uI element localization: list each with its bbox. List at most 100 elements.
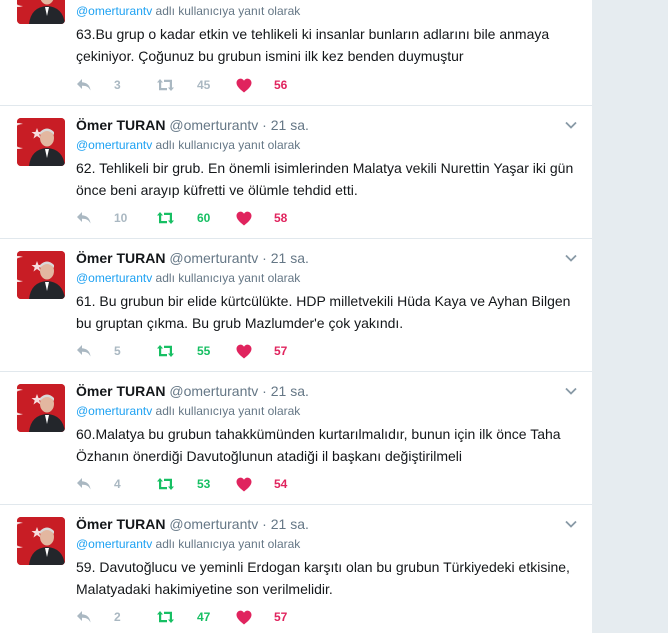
tweet-text: 63.Bu grup o kadar etkin ve tehlikeli ki… bbox=[76, 26, 550, 64]
tweet-text: 60.Malatya bu grubun tahakkümünden kurta… bbox=[76, 426, 561, 464]
like-count: 58 bbox=[274, 211, 288, 225]
reply-button[interactable]: 4 bbox=[76, 475, 121, 493]
like-button[interactable]: 54 bbox=[236, 475, 287, 493]
retweet-icon bbox=[156, 610, 187, 624]
reply-button[interactable]: 2 bbox=[76, 608, 121, 626]
display-name[interactable]: Ömer TURAN bbox=[76, 516, 165, 532]
heart-icon bbox=[236, 211, 264, 226]
like-count: 57 bbox=[274, 610, 288, 624]
reply-context: @omerturantv adlı kullanıcıya yanıt olar… bbox=[76, 537, 300, 552]
tweet[interactable]: Ömer TURAN @omerturantv · 21 sa. @omertu… bbox=[0, 239, 592, 372]
timestamp[interactable]: 21 sa. bbox=[271, 250, 309, 266]
timestamp[interactable]: 21 sa. bbox=[271, 383, 309, 399]
chevron-down-icon[interactable] bbox=[564, 251, 578, 265]
reply-icon bbox=[76, 610, 104, 624]
reply-context-text: adlı kullanıcıya yanıt olarak bbox=[152, 4, 301, 18]
retweet-count: 47 bbox=[197, 610, 211, 624]
retweet-button[interactable]: 45 bbox=[156, 76, 210, 94]
username[interactable]: @omerturantv bbox=[169, 516, 258, 532]
reply-icon bbox=[76, 78, 104, 92]
reply-icon bbox=[76, 477, 104, 491]
separator: · bbox=[262, 383, 267, 399]
reply-count: 2 bbox=[114, 610, 121, 624]
like-button[interactable]: 56 bbox=[236, 76, 287, 94]
reply-count: 3 bbox=[114, 78, 121, 92]
retweet-button[interactable]: 55 bbox=[156, 342, 210, 360]
reply-button[interactable]: 10 bbox=[76, 209, 127, 227]
chevron-down-icon[interactable] bbox=[564, 384, 578, 398]
username[interactable]: @omerturantv bbox=[169, 250, 258, 266]
tweet-text: 61. Bu grubun bir elide kürtcülükte. HDP… bbox=[76, 293, 571, 331]
reply-button[interactable]: 3 bbox=[76, 76, 121, 94]
reply-count: 4 bbox=[114, 477, 121, 491]
retweet-button[interactable]: 53 bbox=[156, 475, 210, 493]
like-button[interactable]: 58 bbox=[236, 209, 287, 227]
retweet-icon bbox=[156, 477, 187, 491]
tweet-text: 59. Davutoğlucu ve yeminli Erdogan karşı… bbox=[76, 559, 570, 597]
like-count: 56 bbox=[274, 78, 288, 92]
retweet-count: 53 bbox=[197, 477, 211, 491]
reply-context-text: adlı kullanıcıya yanıt olarak bbox=[152, 271, 301, 285]
chevron-down-icon[interactable] bbox=[564, 517, 578, 531]
retweet-count: 60 bbox=[197, 211, 211, 225]
timestamp[interactable]: 21 sa. bbox=[271, 117, 309, 133]
reply-context: @omerturantv adlı kullanıcıya yanıt olar… bbox=[76, 138, 300, 153]
chevron-down-icon[interactable] bbox=[564, 118, 578, 132]
reply-context: @omerturantv adlı kullanıcıya yanıt olar… bbox=[76, 4, 300, 19]
tweet[interactable]: Ömer TURAN @omerturantv · 21 sa. @omertu… bbox=[0, 505, 592, 633]
reply-mention-link[interactable]: @omerturantv bbox=[76, 404, 152, 418]
avatar[interactable] bbox=[17, 118, 65, 166]
tweet-header: Ömer TURAN @omerturantv · 21 sa. bbox=[76, 116, 309, 134]
reply-mention-link[interactable]: @omerturantv bbox=[76, 271, 152, 285]
tweet-header: Ömer TURAN @omerturantv · 21 sa. bbox=[76, 249, 309, 267]
tweet[interactable]: Ömer TURAN @omerturantv · 21 sa. @omertu… bbox=[0, 106, 592, 239]
display-name[interactable]: Ömer TURAN bbox=[76, 383, 165, 399]
retweet-button[interactable]: 60 bbox=[156, 209, 210, 227]
timeline: @omerturantv adlı kullanıcıya yanıt olar… bbox=[0, 0, 592, 633]
avatar[interactable] bbox=[17, 517, 65, 565]
heart-icon bbox=[236, 610, 264, 625]
reply-context-text: adlı kullanıcıya yanıt olarak bbox=[152, 404, 301, 418]
like-count: 54 bbox=[274, 477, 288, 491]
tweet[interactable]: Ömer TURAN @omerturantv · 21 sa. @omertu… bbox=[0, 372, 592, 505]
tweet[interactable]: @omerturantv adlı kullanıcıya yanıt olar… bbox=[0, 0, 592, 106]
heart-icon bbox=[236, 344, 264, 359]
username[interactable]: @omerturantv bbox=[169, 383, 258, 399]
reply-mention-link[interactable]: @omerturantv bbox=[76, 4, 152, 18]
retweet-count: 45 bbox=[197, 78, 211, 92]
tweet-header: Ömer TURAN @omerturantv · 21 sa. bbox=[76, 382, 309, 400]
heart-icon bbox=[236, 477, 264, 492]
heart-icon bbox=[236, 78, 264, 93]
separator: · bbox=[262, 516, 267, 532]
reply-count: 5 bbox=[114, 344, 121, 358]
reply-button[interactable]: 5 bbox=[76, 342, 121, 360]
reply-context-text: adlı kullanıcıya yanıt olarak bbox=[152, 537, 301, 551]
display-name[interactable]: Ömer TURAN bbox=[76, 250, 165, 266]
retweet-icon bbox=[156, 211, 187, 225]
avatar[interactable] bbox=[17, 0, 65, 24]
separator: · bbox=[262, 117, 267, 133]
avatar[interactable] bbox=[17, 251, 65, 299]
retweet-count: 55 bbox=[197, 344, 211, 358]
retweet-icon bbox=[156, 78, 187, 92]
tweet-text: 62. Tehlikeli bir grub. En önemli isimle… bbox=[76, 160, 574, 198]
display-name[interactable]: Ömer TURAN bbox=[76, 117, 165, 133]
avatar[interactable] bbox=[17, 384, 65, 432]
reply-context: @omerturantv adlı kullanıcıya yanıt olar… bbox=[76, 271, 300, 286]
like-count: 57 bbox=[274, 344, 288, 358]
timestamp[interactable]: 21 sa. bbox=[271, 516, 309, 532]
tweet-header: Ömer TURAN @omerturantv · 21 sa. bbox=[76, 515, 309, 533]
retweet-button[interactable]: 47 bbox=[156, 608, 210, 626]
reply-count: 10 bbox=[114, 211, 128, 225]
reply-icon bbox=[76, 211, 104, 225]
like-button[interactable]: 57 bbox=[236, 342, 287, 360]
reply-mention-link[interactable]: @omerturantv bbox=[76, 138, 152, 152]
like-button[interactable]: 57 bbox=[236, 608, 287, 626]
separator: · bbox=[262, 250, 267, 266]
reply-mention-link[interactable]: @omerturantv bbox=[76, 537, 152, 551]
reply-icon bbox=[76, 344, 104, 358]
username[interactable]: @omerturantv bbox=[169, 117, 258, 133]
reply-context-text: adlı kullanıcıya yanıt olarak bbox=[152, 138, 301, 152]
reply-context: @omerturantv adlı kullanıcıya yanıt olar… bbox=[76, 404, 300, 419]
retweet-icon bbox=[156, 344, 187, 358]
